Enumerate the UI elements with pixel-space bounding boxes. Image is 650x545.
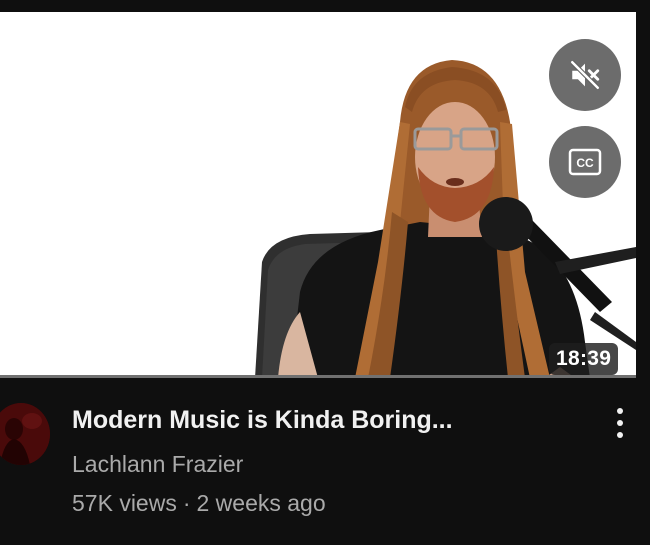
video-title[interactable]: Modern Music is Kinda Boring... — [72, 403, 592, 437]
volume-muted-icon — [570, 60, 600, 90]
avatar-image — [0, 403, 50, 465]
video-metadata: 57K views · 2 weeks ago — [72, 487, 326, 519]
channel-avatar[interactable] — [0, 403, 50, 465]
thumbnail-image — [0, 12, 636, 378]
meta-separator: · — [182, 490, 191, 516]
more-options-button[interactable] — [604, 402, 636, 444]
cc-label: CC — [576, 156, 594, 170]
closed-captions-icon: CC — [568, 148, 602, 176]
channel-name[interactable]: Lachlann Frazier — [72, 448, 243, 480]
view-count: 57K views — [72, 490, 177, 516]
duration-badge: 18:39 — [549, 343, 619, 375]
mute-toggle-button[interactable] — [549, 39, 621, 111]
progress-track — [0, 375, 636, 378]
captions-toggle-button[interactable]: CC — [549, 126, 621, 198]
more-vert-icon — [617, 408, 623, 414]
upload-age: 2 weeks ago — [196, 490, 326, 516]
video-card[interactable]: CC 18:39 Modern Music is Kinda Boring...… — [0, 0, 650, 545]
video-thumbnail[interactable]: CC 18:39 — [0, 12, 636, 378]
